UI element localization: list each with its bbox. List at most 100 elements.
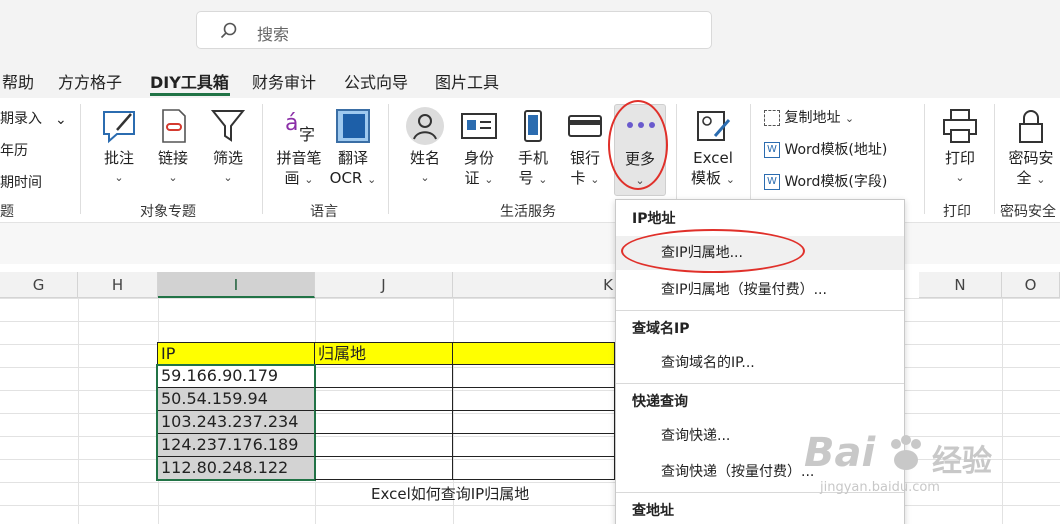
menu-separator (616, 383, 904, 384)
column-header-g[interactable]: G (0, 272, 78, 298)
group-separator (994, 104, 995, 214)
empty-cell[interactable] (453, 411, 615, 434)
empty-cell[interactable] (453, 388, 615, 411)
excel-template-label-2: 模板 ⌄ (690, 169, 735, 187)
tab-fangfang[interactable]: 方方格子 (58, 69, 122, 93)
filter-label: 筛选 (212, 149, 243, 167)
column-header-i[interactable]: I (158, 272, 315, 298)
column-header-n[interactable]: N (919, 272, 1002, 298)
empty-cell[interactable] (453, 457, 615, 480)
menu-header-address: 查地址 (632, 503, 674, 519)
translate-ocr-button[interactable]: 翻译 OCR ⌄ (328, 106, 378, 190)
word-icon: W (764, 142, 780, 158)
id-card-label-2: 证 ⌄ (464, 169, 494, 187)
password-label-1: 密码安 (1008, 149, 1054, 167)
pinyin-stroke-button[interactable]: á 字 拼音笔 画 ⌄ (272, 106, 326, 190)
chevron-down-icon: ⌄ (55, 112, 67, 128)
location-cell[interactable] (315, 457, 453, 480)
word-template-address-button[interactable]: W Word模板(地址) (764, 139, 887, 159)
group-separator (924, 104, 925, 214)
excel-template-button[interactable]: Excel 模板 ⌄ (686, 106, 740, 190)
header-cell-ip[interactable]: IP (157, 342, 315, 365)
tab-finance-audit[interactable]: 财务审计 (252, 69, 316, 93)
word-template-field-label: Word模板(字段) (784, 174, 888, 190)
print-button[interactable]: 打印 ⌄ (936, 106, 984, 188)
search-box[interactable]: 搜索 (196, 11, 712, 49)
tab-formula-wizard[interactable]: 公式向导 (344, 69, 408, 93)
group-separator (80, 104, 81, 214)
word-template-address-label: Word模板(地址) (784, 142, 888, 158)
filter-button[interactable]: 筛选 ⌄ (204, 106, 252, 188)
search-icon (220, 22, 237, 39)
comment-button[interactable]: 批注 ⌄ (95, 106, 143, 188)
translate-label-2: OCR ⌄ (329, 169, 377, 187)
pinyin-label-2: 画 ⌄ (284, 169, 314, 187)
active-tab-indicator (150, 93, 230, 96)
phone-icon (524, 110, 542, 142)
copy-address-label: 复制地址 (784, 110, 841, 126)
menu-item-domain-ip[interactable]: 查询域名的IP... (616, 346, 904, 380)
name-button[interactable]: 姓名 ⌄ (402, 106, 448, 188)
link-document-icon (162, 109, 186, 143)
id-card-icon (461, 113, 497, 139)
group-label-print: 打印 (943, 204, 971, 220)
translate-label-1: 翻译 (337, 149, 368, 167)
header-cell-location[interactable]: 归属地 (315, 342, 453, 365)
tab-help[interactable]: 帮助 (2, 69, 34, 93)
person-icon (406, 107, 444, 145)
column-header-j[interactable]: J (315, 272, 453, 298)
paw-icon (891, 435, 921, 470)
chevron-down-icon: ⌄ (844, 112, 855, 125)
column-header-o[interactable]: O (1002, 272, 1060, 298)
menu-item-ip-location-paid[interactable]: 查IP归属地（按量付费）... (616, 273, 904, 307)
column-header-h[interactable]: H (78, 272, 158, 298)
location-cell[interactable] (315, 365, 453, 388)
sheet-caption: Excel如何查询IP归属地 (371, 485, 530, 503)
location-cell[interactable] (315, 411, 453, 434)
tab-image-tools[interactable]: 图片工具 (435, 69, 499, 93)
calendar-item[interactable]: 年历 (0, 140, 28, 160)
word-icon: W (764, 174, 780, 190)
group-label-password: 密码安全 (1000, 204, 1056, 220)
excel-template-label-1: Excel (693, 149, 733, 167)
word-template-field-button[interactable]: W Word模板(字段) (764, 171, 887, 191)
menu-header-ip: IP地址 (632, 211, 676, 227)
chevron-down-icon: ⌄ (168, 171, 178, 184)
id-card-button[interactable]: 身份 证 ⌄ (456, 106, 502, 190)
translate-icon (336, 109, 370, 143)
annotation-circle-menu-item (621, 229, 805, 273)
password-security-button[interactable]: 密码安 全 ⌄ (1002, 106, 1060, 190)
lock-icon (1019, 110, 1043, 143)
grid-line (78, 298, 79, 524)
header-cell-empty[interactable] (453, 342, 615, 365)
pinyin-label-1: 拼音笔 (276, 149, 322, 167)
chevron-down-icon: ⌄ (955, 171, 965, 184)
bank-card-button[interactable]: 银行 卡 ⌄ (562, 106, 608, 190)
link-button[interactable]: 链接 ⌄ (150, 106, 196, 188)
location-cell[interactable] (315, 388, 453, 411)
group-label-partial: 题 (0, 204, 14, 220)
search-placeholder: 搜索 (257, 25, 290, 44)
empty-cell[interactable] (453, 365, 615, 388)
tab-diy-toolbox[interactable]: DIY工具箱 (150, 69, 229, 93)
location-cell[interactable] (315, 434, 453, 457)
copy-address-button[interactable]: 复制地址 ⌄ (764, 107, 854, 127)
chevron-down-icon: ⌄ (420, 171, 430, 184)
date-entry-item[interactable]: 期录入 (0, 108, 42, 128)
printer-icon (943, 109, 977, 143)
link-label: 链接 (157, 149, 188, 167)
chevron-down-icon: ⌄ (223, 171, 233, 184)
bank-card-label-2: 卡 ⌄ (570, 169, 600, 187)
group-label-life: 生活服务 (500, 204, 556, 220)
svg-text:á: á (285, 111, 298, 136)
phone-label-1: 手机 (517, 149, 548, 167)
copy-icon (764, 110, 780, 126)
date-time-item[interactable]: 期时间 (0, 172, 42, 192)
phone-button[interactable]: 手机 号 ⌄ (510, 106, 556, 190)
watermark-brand: Bai (804, 430, 876, 476)
empty-cell[interactable] (453, 434, 615, 457)
template-icon (697, 111, 731, 141)
print-label: 打印 (944, 149, 975, 167)
annotation-circle-more (608, 100, 668, 190)
group-label-language: 语言 (310, 204, 338, 220)
